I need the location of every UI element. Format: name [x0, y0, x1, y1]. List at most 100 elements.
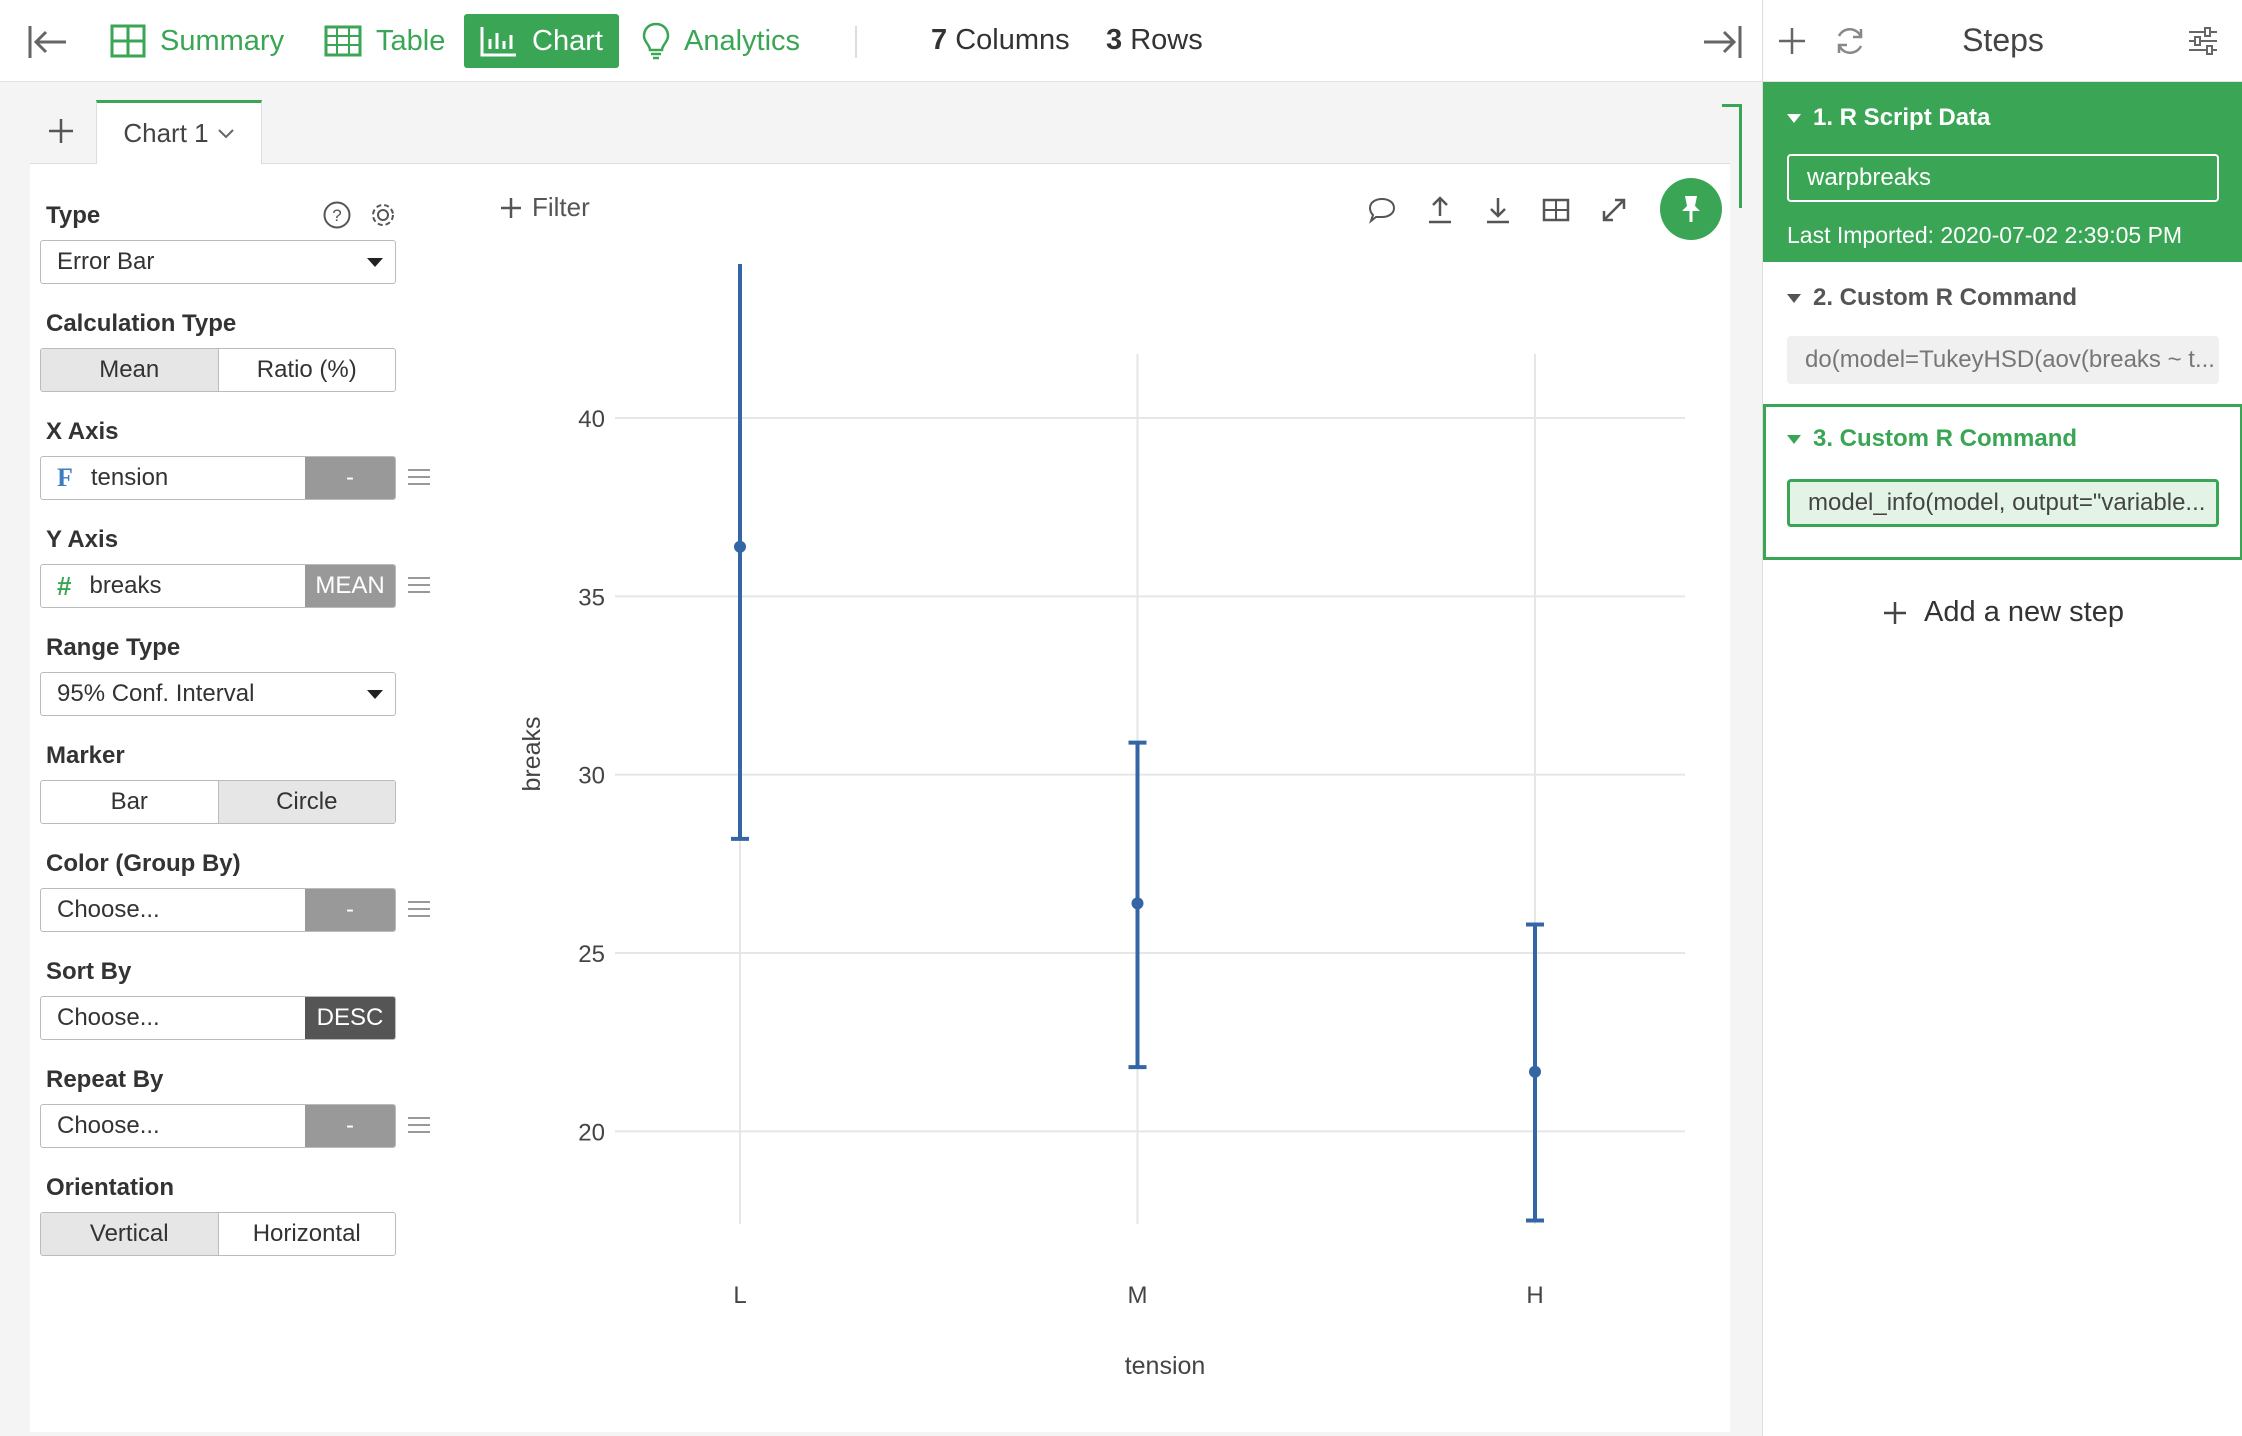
- color-group-value: Choose...: [57, 896, 160, 923]
- sort-order-button[interactable]: DESC: [305, 997, 395, 1039]
- orientation-toggle: Vertical Horizontal: [40, 1212, 396, 1256]
- x-tick-label: H: [1526, 1282, 1543, 1309]
- calc-mean-button[interactable]: Mean: [41, 349, 218, 391]
- tab-analytics[interactable]: Analytics: [626, 14, 816, 68]
- sort-by-field[interactable]: Choose... DESC: [40, 996, 396, 1040]
- step-2-command[interactable]: do(model=TukeyHSD(aov(breaks ~ t...: [1787, 336, 2219, 384]
- orientation-horizontal-button[interactable]: Horizontal: [217, 1213, 396, 1255]
- drag-handle-icon[interactable]: [408, 577, 430, 595]
- range-type-value: 95% Conf. Interval: [57, 680, 255, 707]
- calc-type-toggle: Mean Ratio (%): [40, 348, 396, 392]
- caret-down-icon: [367, 258, 383, 267]
- marker-circle-button[interactable]: Circle: [217, 781, 395, 823]
- tab-chart-label: Chart: [532, 24, 603, 57]
- y-axis-field-value: breaks: [89, 572, 162, 599]
- tab-chart[interactable]: Chart: [464, 14, 619, 68]
- step-2-title-text: 2. Custom R Command: [1813, 284, 2078, 311]
- repeat-by-label: Repeat By: [46, 1066, 164, 1093]
- download-icon[interactable]: [1482, 194, 1514, 226]
- chart-tab-strip: Chart 1: [30, 82, 1730, 165]
- drag-handle-icon[interactable]: [408, 1117, 430, 1135]
- drag-handle-icon[interactable]: [408, 901, 430, 919]
- step-2[interactable]: 2. Custom R Command do(model=TukeyHSD(ao…: [1763, 262, 2242, 402]
- summary-icon: [110, 24, 146, 58]
- step-3-command[interactable]: model_info(model, output="variable...: [1787, 479, 2219, 527]
- top-toolbar: Summary Table Chart Analytics 7 Columns …: [0, 0, 1762, 82]
- gear-icon[interactable]: [368, 200, 398, 230]
- orientation-label: Orientation: [46, 1174, 175, 1201]
- pin-button[interactable]: [1660, 178, 1722, 240]
- color-group-field[interactable]: Choose... -: [40, 888, 396, 932]
- sort-by-label: Sort By: [46, 958, 132, 985]
- x-axis-label: X Axis: [46, 418, 119, 445]
- chart-panel: Type ? Error Bar Calculation Type Mean R…: [30, 164, 1730, 1432]
- x-tick-label: M: [1128, 1282, 1148, 1309]
- triangle-down-icon: [1787, 113, 1801, 123]
- orientation-vertical-button[interactable]: Vertical: [41, 1213, 218, 1255]
- y-axis-title: breaks: [518, 716, 546, 791]
- rows-count: 3 Rows: [1106, 24, 1203, 57]
- steps-panel: Steps 1. R Script Data warpbreaks Last I…: [1762, 0, 2242, 1436]
- step-1-value[interactable]: warpbreaks: [1787, 154, 2219, 202]
- tab-summary-label: Summary: [160, 24, 285, 57]
- columns-count: 7 Columns: [931, 24, 1070, 57]
- marker-bar-button[interactable]: Bar: [41, 781, 218, 823]
- step-1-title-text: 1. R Script Data: [1813, 104, 1991, 131]
- triangle-down-icon: [1787, 293, 1801, 303]
- tab-summary[interactable]: Summary: [94, 14, 300, 68]
- upload-icon[interactable]: [1424, 194, 1456, 226]
- marker-toggle: Bar Circle: [40, 780, 396, 824]
- lightbulb-icon: [642, 22, 670, 60]
- filter-button[interactable]: Filter: [500, 192, 590, 223]
- factor-icon: F: [57, 463, 73, 492]
- y-axis-label: Y Axis: [46, 526, 119, 553]
- x-axis-field[interactable]: Ftension -: [40, 456, 396, 500]
- add-chart-icon[interactable]: [46, 116, 76, 146]
- y-axis-agg-button[interactable]: MEAN: [305, 565, 395, 607]
- sort-by-value: Choose...: [57, 1004, 160, 1031]
- tab-table[interactable]: Table: [308, 14, 461, 68]
- y-axis-field[interactable]: # breaks MEAN: [40, 564, 396, 608]
- step-1[interactable]: 1. R Script Data warpbreaks Last Importe…: [1763, 82, 2242, 262]
- step-3-title-text: 3. Custom R Command: [1813, 425, 2078, 452]
- x-tick-label: L: [733, 1282, 746, 1309]
- collapse-left-icon[interactable]: [26, 22, 70, 62]
- calc-type-label: Calculation Type: [46, 310, 237, 337]
- calc-ratio-button[interactable]: Ratio (%): [217, 349, 396, 391]
- tab-table-label: Table: [376, 24, 446, 57]
- collapse-right-icon[interactable]: [1700, 22, 1744, 62]
- repeat-by-tag-button[interactable]: -: [305, 1105, 395, 1147]
- step-connector: [1722, 104, 1742, 208]
- chart-tab-1[interactable]: Chart 1: [96, 100, 262, 165]
- bar-chart-icon: [480, 27, 516, 57]
- caret-down-icon: [367, 690, 383, 699]
- columns-count-label: Columns: [955, 24, 1070, 56]
- marker-label: Marker: [46, 742, 125, 769]
- y-tick-label: 40: [578, 406, 605, 433]
- x-axis-agg-button[interactable]: -: [305, 457, 395, 499]
- filter-label: Filter: [532, 192, 590, 222]
- grid-layout-icon[interactable]: [1540, 194, 1572, 226]
- drag-handle-icon[interactable]: [408, 469, 430, 487]
- mean-point-H: [1529, 1065, 1541, 1078]
- repeat-by-value: Choose...: [57, 1112, 160, 1139]
- settings-sliders-icon[interactable]: [2187, 26, 2219, 56]
- mean-point-L: [734, 540, 746, 553]
- step-2-title: 2. Custom R Command: [1787, 284, 2077, 312]
- y-tick-label: 35: [578, 584, 605, 611]
- comment-icon[interactable]: [1366, 194, 1398, 226]
- help-icon[interactable]: ?: [322, 200, 352, 230]
- tab-analytics-label: Analytics: [684, 24, 801, 57]
- table-icon: [324, 25, 362, 57]
- add-new-step-button[interactable]: Add a new step: [1763, 596, 2242, 629]
- rows-count-value: 3: [1106, 24, 1123, 56]
- step-3[interactable]: 3. Custom R Command model_info(model, ou…: [1763, 404, 2242, 560]
- mean-point-M: [1131, 897, 1144, 910]
- error-bar-chart: 202530354045LMHtensionbreaks: [518, 264, 1685, 1380]
- repeat-by-field[interactable]: Choose... -: [40, 1104, 396, 1148]
- chart-type-select[interactable]: Error Bar: [40, 240, 396, 284]
- color-group-tag-button[interactable]: -: [305, 889, 395, 931]
- svg-text:?: ?: [332, 206, 341, 225]
- range-type-select[interactable]: 95% Conf. Interval: [40, 672, 396, 716]
- expand-icon[interactable]: [1598, 194, 1630, 226]
